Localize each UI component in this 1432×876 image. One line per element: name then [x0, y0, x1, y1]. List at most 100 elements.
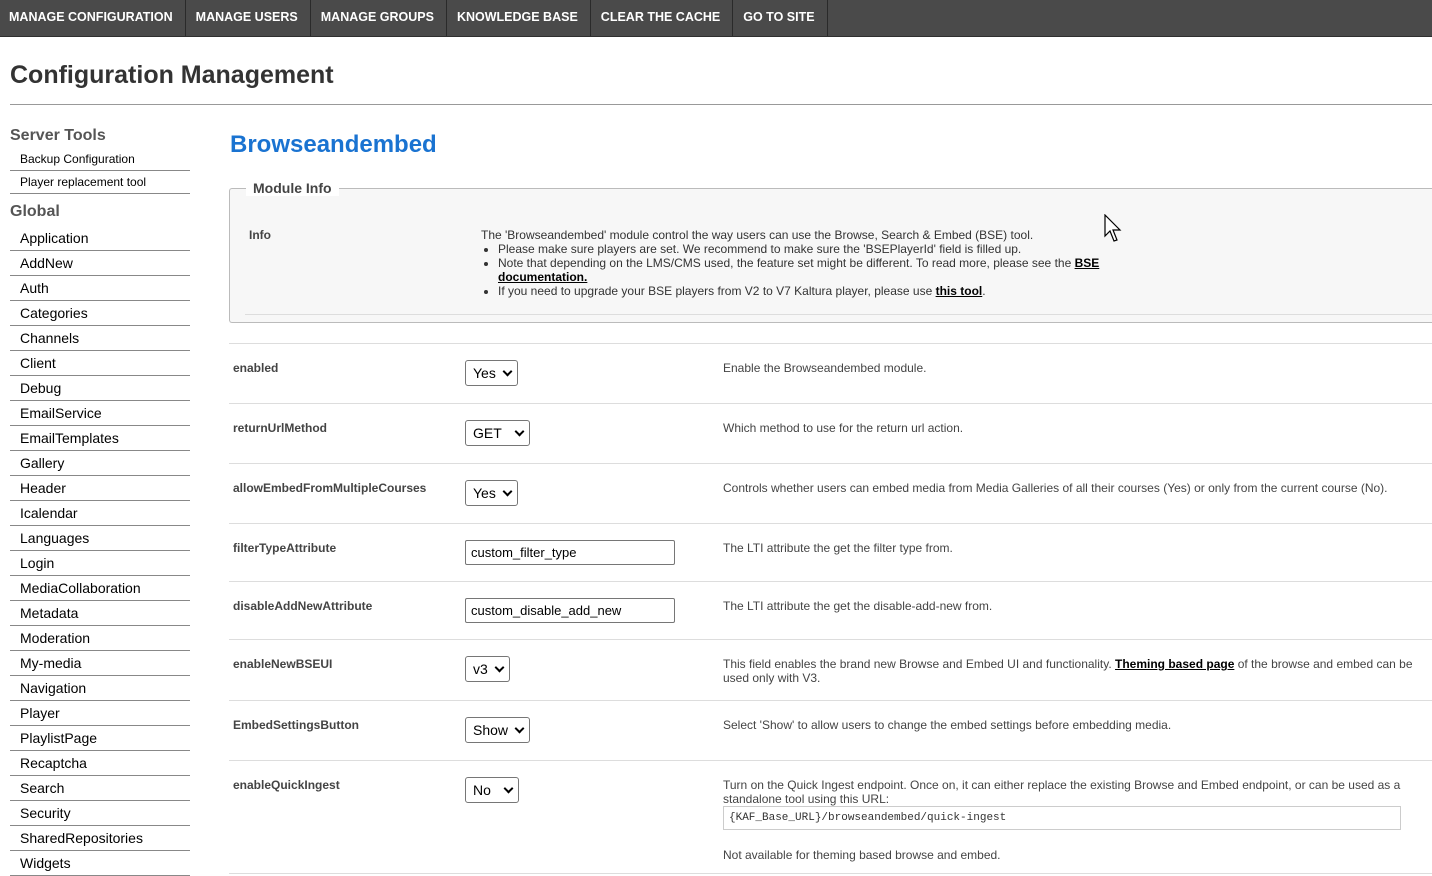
info-label: Info [249, 228, 271, 242]
sidebar-item-sharedrepositories[interactable]: SharedRepositories [10, 826, 190, 851]
setting-description: Enable the Browseandembed module. [723, 361, 927, 375]
setting-row-enablenewbseui: enableNewBSEUI v3 This field enables the… [229, 639, 1432, 700]
setting-row-returnurlmethod: returnUrlMethod GET Which method to use … [229, 403, 1432, 463]
info-bullet: If you need to upgrade your BSE players … [498, 284, 1121, 298]
chevron-down-icon [502, 366, 513, 377]
sidebar-item-languages[interactable]: Languages [10, 526, 190, 551]
select-value: No [473, 782, 491, 798]
info-text: The 'Browseandembed' module control the … [481, 228, 1121, 298]
sidebar-item-mediacollaboration[interactable]: MediaCollaboration [10, 576, 190, 601]
setting-description: The LTI attribute the get the filter typ… [723, 541, 953, 555]
info-divider [245, 314, 1432, 315]
select-value: GET [473, 425, 502, 441]
sidebar-item-categories[interactable]: Categories [10, 301, 190, 326]
allowembedfrommultiplecourses-select[interactable]: Yes [465, 480, 518, 506]
chevron-down-icon [494, 662, 505, 673]
nav-go-to-site[interactable]: GO TO SITE [733, 0, 828, 36]
sidebar: Server Tools Backup Configuration Player… [10, 124, 190, 876]
setting-description-text: Turn on the Quick Ingest endpoint. Once … [723, 778, 1401, 806]
info-bullet-end: . [982, 284, 986, 298]
quick-ingest-url-field[interactable]: {KAF_Base_URL}/browseandembed/quick-inge… [723, 806, 1401, 830]
sidebar-item-widgets[interactable]: Widgets [10, 851, 190, 876]
select-value: Show [473, 722, 509, 738]
sidebar-item-emailservice[interactable]: EmailService [10, 401, 190, 426]
info-bullet: Note that depending on the LMS/CMS used,… [498, 256, 1121, 284]
returnurlmethod-select[interactable]: GET [465, 420, 530, 446]
setting-description: This field enables the brand new Browse … [723, 657, 1413, 685]
settings-list: enabled Yes Enable the Browseandembed mo… [229, 343, 1432, 872]
disableaddnewattribute-input[interactable] [465, 598, 675, 623]
this-tool-link[interactable]: this tool [936, 284, 983, 298]
setting-description: Turn on the Quick Ingest endpoint. Once … [723, 778, 1413, 862]
sidebar-heading-global: Global [10, 203, 60, 220]
setting-label: allowEmbedFromMultipleCourses [233, 481, 427, 495]
chevron-down-icon [514, 426, 525, 437]
sidebar-item-search[interactable]: Search [10, 776, 190, 801]
sidebar-item-gallery[interactable]: Gallery [10, 451, 190, 476]
sidebar-item-player-replacement-tool[interactable]: Player replacement tool [10, 171, 190, 194]
nav-manage-configuration[interactable]: MANAGE CONFIGURATION [0, 0, 186, 36]
setting-row-embedsettingsbutton: EmbedSettingsButton Show Select 'Show' t… [229, 700, 1432, 760]
sidebar-item-recaptcha[interactable]: Recaptcha [10, 751, 190, 776]
setting-description: Which method to use for the return url a… [723, 421, 964, 435]
setting-row-filtertypeattribute: filterTypeAttribute The LTI attribute th… [229, 523, 1432, 581]
sidebar-item-client[interactable]: Client [10, 351, 190, 376]
setting-label: enabled [233, 361, 279, 375]
nav-knowledge-base[interactable]: KNOWLEDGE BASE [447, 0, 591, 36]
select-value: Yes [473, 365, 496, 381]
nav-manage-groups[interactable]: MANAGE GROUPS [311, 0, 447, 36]
sidebar-item-backup-configuration[interactable]: Backup Configuration [10, 148, 190, 171]
setting-row-disableaddnewattribute: disableAddNewAttribute The LTI attribute… [229, 581, 1432, 639]
select-value: Yes [473, 485, 496, 501]
sidebar-item-auth[interactable]: Auth [10, 276, 190, 301]
setting-description-text: This field enables the brand new Browse … [723, 657, 1116, 671]
top-navigation: MANAGE CONFIGURATION MANAGE USERS MANAGE… [0, 0, 1432, 37]
info-bullets: Please make sure players are set. We rec… [481, 242, 1121, 298]
setting-row-enablequickingest: enableQuickIngest No Turn on the Quick I… [229, 760, 1432, 872]
filtertypeattribute-input[interactable] [465, 540, 675, 565]
setting-description: Select 'Show' to allow users to change t… [723, 718, 1172, 732]
setting-label: EmbedSettingsButton [233, 718, 359, 732]
nav-manage-users[interactable]: MANAGE USERS [186, 0, 311, 36]
info-bullet-text: If you need to upgrade your BSE players … [498, 284, 936, 298]
sidebar-item-application[interactable]: Application [10, 226, 190, 251]
sidebar-item-emailtemplates[interactable]: EmailTemplates [10, 426, 190, 451]
sidebar-item-moderation[interactable]: Moderation [10, 626, 190, 651]
chevron-down-icon [514, 723, 525, 734]
sidebar-item-header[interactable]: Header [10, 476, 190, 501]
enablenewbseui-select[interactable]: v3 [465, 656, 510, 682]
enabled-select[interactable]: Yes [465, 360, 518, 386]
info-bullet-text: Note that depending on the LMS/CMS used,… [498, 256, 1075, 270]
enablequickingest-select[interactable]: No [465, 777, 519, 803]
info-intro: The 'Browseandembed' module control the … [481, 228, 1034, 242]
sidebar-heading-server-tools: Server Tools [10, 127, 106, 144]
settings-bottom-divider [229, 873, 1432, 874]
chevron-down-icon [503, 783, 514, 794]
mouse-cursor-icon [1104, 214, 1122, 242]
sidebar-item-my-media[interactable]: My-media [10, 651, 190, 676]
page-title: Configuration Management [10, 61, 334, 89]
nav-clear-the-cache[interactable]: CLEAR THE CACHE [591, 0, 734, 36]
sidebar-item-icalendar[interactable]: Icalendar [10, 501, 190, 526]
setting-label: enableQuickIngest [233, 778, 340, 792]
setting-note: Not available for theming based browse a… [723, 848, 1001, 862]
setting-description: The LTI attribute the get the disable-ad… [723, 599, 993, 613]
setting-label: filterTypeAttribute [233, 541, 337, 555]
theming-based-page-link[interactable]: Theming based page [1115, 657, 1234, 671]
sidebar-item-channels[interactable]: Channels [10, 326, 190, 351]
sidebar-item-playlistpage[interactable]: PlaylistPage [10, 726, 190, 751]
sidebar-item-metadata[interactable]: Metadata [10, 601, 190, 626]
chevron-down-icon [502, 486, 513, 497]
info-bullet: Please make sure players are set. We rec… [498, 242, 1121, 256]
sidebar-item-navigation[interactable]: Navigation [10, 676, 190, 701]
setting-row-enabled: enabled Yes Enable the Browseandembed mo… [229, 343, 1432, 403]
embedsettingsbutton-select[interactable]: Show [465, 717, 531, 743]
module-info-legend: Module Info [246, 180, 339, 196]
select-value: v3 [473, 661, 488, 677]
sidebar-item-debug[interactable]: Debug [10, 376, 190, 401]
sidebar-item-security[interactable]: Security [10, 801, 190, 826]
setting-description: Controls whether users can embed media f… [723, 481, 1388, 495]
sidebar-item-login[interactable]: Login [10, 551, 190, 576]
sidebar-item-addnew[interactable]: AddNew [10, 251, 190, 276]
sidebar-item-player[interactable]: Player [10, 701, 190, 726]
